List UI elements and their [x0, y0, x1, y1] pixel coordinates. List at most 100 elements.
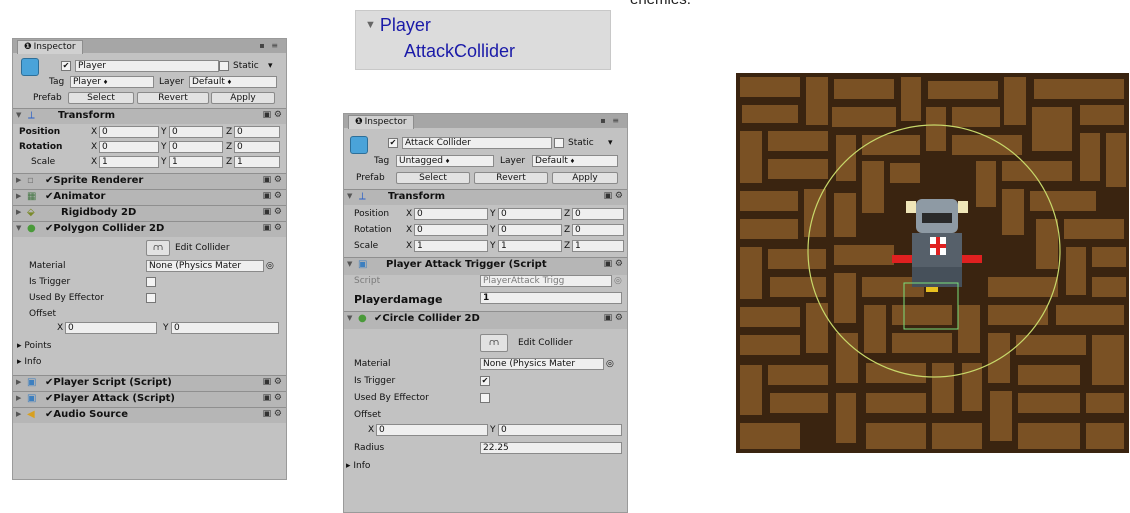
component-settings-icon[interactable]: ▣ ⚙	[604, 313, 623, 323]
points-foldout[interactable]: ▸ Points	[17, 341, 51, 351]
material-field[interactable]: None (Physics Mater	[146, 260, 264, 272]
used-by-effector-checkbox[interactable]	[480, 393, 490, 403]
material-field[interactable]: None (Physics Mater	[480, 358, 604, 370]
caption-text: enemies.	[630, 0, 691, 8]
rotation-y-field[interactable]: 0	[169, 141, 223, 153]
foldout-icon[interactable]: ▼	[347, 260, 352, 268]
component-settings-icon[interactable]: ▣ ⚙	[263, 409, 282, 419]
offset-y-field[interactable]: 0	[171, 322, 279, 334]
player-attack-header[interactable]: ▶ ▣ ✔Player Attack (Script) ▣ ⚙	[13, 391, 286, 407]
foldout-icon[interactable]: ▼	[16, 224, 21, 232]
z-label: Z	[226, 127, 233, 137]
player-script-header[interactable]: ▶ ▣ ✔Player Script (Script) ▣ ⚙	[13, 375, 286, 391]
active-checkbox[interactable]: ✔	[388, 138, 398, 148]
info-foldout[interactable]: ▸ Info	[17, 357, 41, 367]
is-trigger-checkbox[interactable]	[146, 277, 156, 287]
static-checkbox[interactable]	[219, 61, 229, 71]
rotation-y-field[interactable]: 0	[498, 224, 562, 236]
prefab-select-button[interactable]: Select	[396, 172, 470, 184]
offset-y-field[interactable]: 0	[498, 424, 622, 436]
edit-collider-toggle-icon[interactable]: ⩋	[146, 240, 170, 256]
component-settings-icon[interactable]: ▣ ⚙	[604, 259, 623, 269]
position-y-field[interactable]: 0	[498, 208, 562, 220]
is-trigger-checkbox[interactable]: ✔	[480, 376, 490, 386]
prefab-revert-button[interactable]: Revert	[137, 92, 209, 104]
transform-header[interactable]: ▼ ⟂ Transform ▣ ⚙	[13, 108, 286, 124]
hierarchy-item-player[interactable]: ▼ Player	[365, 15, 431, 36]
foldout-icon[interactable]: ▼	[347, 314, 352, 322]
position-x-field[interactable]: 0	[414, 208, 488, 220]
scale-y-field[interactable]: 1	[498, 240, 562, 252]
rigidbody-header[interactable]: ▶ ⬙ Rigidbody 2D ▣ ⚙	[13, 205, 286, 221]
position-y-field[interactable]: 0	[169, 126, 223, 138]
component-settings-icon[interactable]: ▣ ⚙	[263, 175, 282, 185]
object-name-field[interactable]: Attack Collider	[402, 137, 552, 149]
position-x-field[interactable]: 0	[99, 126, 159, 138]
game-scene-view[interactable]	[736, 73, 1129, 453]
component-settings-icon[interactable]: ▣ ⚙	[263, 223, 282, 233]
animator-header[interactable]: ▶ ▦ ✔Animator ▣ ⚙	[13, 189, 286, 205]
foldout-icon[interactable]: ▶	[16, 394, 21, 402]
used-by-effector-checkbox[interactable]	[146, 293, 156, 303]
component-settings-icon[interactable]: ▣ ⚙	[604, 191, 623, 201]
prefab-apply-button[interactable]: Apply	[552, 172, 618, 184]
scale-z-field[interactable]: 1	[234, 156, 280, 168]
static-checkbox[interactable]	[554, 138, 564, 148]
component-settings-icon[interactable]: ▣ ⚙	[263, 207, 282, 217]
radius-field[interactable]: 22.25	[480, 442, 622, 454]
info-foldout[interactable]: ▸ Info	[346, 461, 370, 471]
component-settings-icon[interactable]: ▣ ⚙	[263, 110, 282, 120]
active-checkbox[interactable]: ✔	[61, 61, 71, 71]
inspector-tab[interactable]: ❶ Inspector	[348, 115, 414, 129]
tab-controls[interactable]: ▪ ≡	[600, 116, 621, 125]
tag-dropdown[interactable]: Player	[70, 76, 154, 88]
object-picker-icon[interactable]: ◎	[266, 261, 274, 271]
layer-dropdown[interactable]: Default	[189, 76, 277, 88]
position-z-field[interactable]: 0	[572, 208, 624, 220]
radius-label: Radius	[354, 443, 385, 453]
prefab-revert-button[interactable]: Revert	[474, 172, 548, 184]
sprite-renderer-header[interactable]: ▶ ▫ ✔Sprite Renderer ▣ ⚙	[13, 173, 286, 189]
foldout-icon[interactable]: ▶	[16, 378, 21, 386]
inspector-tab[interactable]: ❶ Inspector	[17, 40, 83, 54]
static-dropdown-icon[interactable]: ▾	[608, 138, 613, 148]
scale-y-field[interactable]: 1	[169, 156, 223, 168]
prefab-select-button[interactable]: Select	[68, 92, 134, 104]
foldout-icon[interactable]: ▼	[16, 111, 21, 119]
tab-bar: ❶ Inspector ▪ ≡	[344, 114, 627, 129]
rotation-x-field[interactable]: 0	[99, 141, 159, 153]
foldout-icon[interactable]: ▶	[16, 410, 21, 418]
rotation-x-field[interactable]: 0	[414, 224, 488, 236]
object-name-field[interactable]: Player	[75, 60, 219, 72]
component-settings-icon[interactable]: ▣ ⚙	[263, 191, 282, 201]
object-picker-icon[interactable]: ◎	[606, 359, 614, 369]
playerdamage-field[interactable]: 1	[480, 292, 622, 304]
offset-x-field[interactable]: 0	[376, 424, 488, 436]
tab-controls[interactable]: ▪ ≡	[259, 41, 280, 50]
polygon-collider-header[interactable]: ▼ ● ✔Polygon Collider 2D ▣ ⚙	[13, 221, 286, 237]
scale-x-field[interactable]: 1	[414, 240, 488, 252]
foldout-icon[interactable]: ▼	[347, 192, 352, 200]
foldout-icon[interactable]: ▶	[16, 208, 21, 216]
expand-triangle-icon[interactable]: ▼	[365, 19, 376, 31]
component-settings-icon[interactable]: ▣ ⚙	[263, 377, 282, 387]
offset-x-field[interactable]: 0	[65, 322, 157, 334]
hierarchy-item-attackcollider[interactable]: AttackCollider	[404, 41, 515, 62]
static-dropdown-icon[interactable]: ▾	[268, 61, 273, 71]
foldout-icon[interactable]: ▶	[16, 176, 21, 184]
edit-collider-toggle-icon[interactable]: ⩋	[480, 334, 508, 352]
attack-trigger-script-header[interactable]: ▼ ▣ Player Attack Trigger (Script ▣ ⚙	[344, 257, 627, 275]
component-settings-icon[interactable]: ▣ ⚙	[263, 393, 282, 403]
position-z-field[interactable]: 0	[234, 126, 280, 138]
rotation-z-field[interactable]: 0	[572, 224, 624, 236]
circle-collider-header[interactable]: ▼ ● ✔Circle Collider 2D ▣ ⚙	[344, 311, 627, 329]
tag-dropdown[interactable]: Untagged	[396, 155, 494, 167]
prefab-apply-button[interactable]: Apply	[211, 92, 275, 104]
scale-z-field[interactable]: 1	[572, 240, 624, 252]
rotation-z-field[interactable]: 0	[234, 141, 280, 153]
foldout-icon[interactable]: ▶	[16, 192, 21, 200]
layer-dropdown[interactable]: Default	[532, 155, 618, 167]
scale-x-field[interactable]: 1	[99, 156, 159, 168]
transform-header[interactable]: ▼ ⟂ Transform ▣ ⚙	[344, 189, 627, 205]
audio-source-header[interactable]: ▶ ◀ ✔Audio Source ▣ ⚙	[13, 407, 286, 423]
